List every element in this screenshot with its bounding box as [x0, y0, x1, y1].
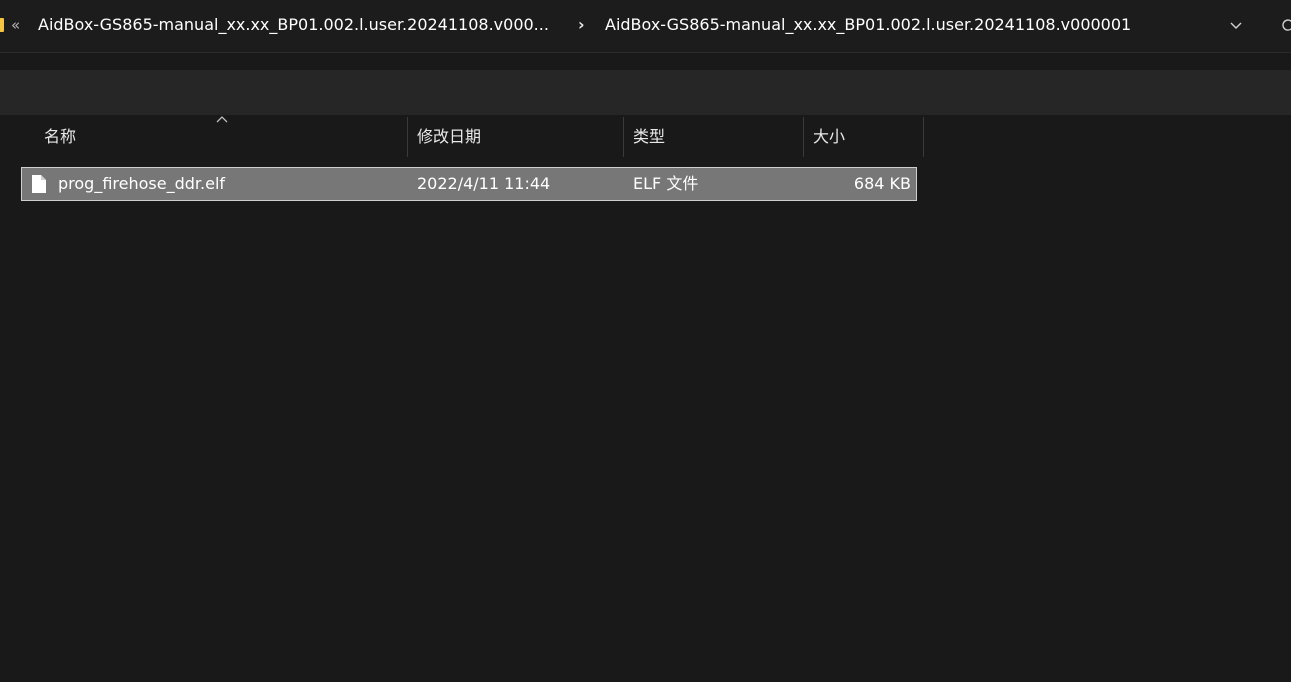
history-dropdown-button[interactable] [1222, 12, 1250, 40]
column-divider[interactable] [623, 117, 624, 157]
column-divider[interactable] [407, 117, 408, 157]
file-icon [32, 175, 46, 193]
chevron-down-icon [1230, 22, 1242, 29]
folder-icon [0, 18, 4, 32]
column-header-row: 名称 修改日期 类型 大小 [0, 117, 1291, 157]
column-header-name[interactable]: 名称 [44, 117, 76, 157]
file-size: 684 KB [853, 174, 911, 193]
breadcrumb-overflow-chevron[interactable]: « [11, 14, 20, 36]
address-bar[interactable]: « AidBox-GS865-manual_xx.xx_BP01.002.l.u… [0, 0, 1291, 53]
file-name[interactable]: prog_firehose_ddr.elf [58, 168, 225, 200]
column-header-type[interactable]: 类型 [633, 117, 665, 157]
breadcrumb-item-parent[interactable]: AidBox-GS865-manual_xx.xx_BP01.002.l.use… [38, 13, 549, 37]
file-type: ELF 文件 [633, 174, 699, 193]
column-divider[interactable] [923, 117, 924, 157]
command-bar [0, 70, 1291, 115]
column-divider[interactable] [803, 117, 804, 157]
column-header-size[interactable]: 大小 [813, 117, 845, 157]
breadcrumb-item-current[interactable]: AidBox-GS865-manual_xx.xx_BP01.002.l.use… [605, 13, 1131, 37]
file-date-modified: 2022/4/11 11:44 [417, 174, 551, 193]
refresh-icon[interactable] [1280, 17, 1291, 33]
file-explorer-window: « AidBox-GS865-manual_xx.xx_BP01.002.l.u… [0, 0, 1291, 682]
breadcrumb-separator-icon[interactable]: › [578, 13, 585, 37]
column-header-date-modified[interactable]: 修改日期 [417, 117, 481, 157]
file-list-row[interactable]: prog_firehose_ddr.elf 2022/4/11 11:44 EL… [21, 167, 917, 201]
